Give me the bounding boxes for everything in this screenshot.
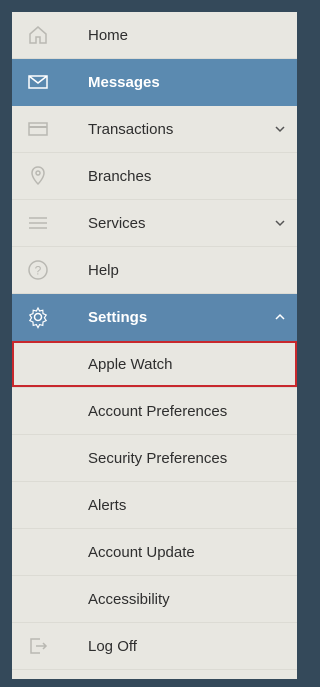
submenu-item-label: Alerts (88, 496, 127, 514)
question-icon: ? (26, 258, 50, 282)
menu-item-transactions[interactable]: Transactions (12, 106, 297, 153)
chevron-down-icon[interactable] (273, 216, 287, 230)
logout-icon (26, 634, 50, 658)
submenu-item-label: Accessibility (88, 590, 170, 608)
menu-item-label: Home (88, 26, 129, 44)
menu-item-settings[interactable]: Settings (12, 294, 297, 341)
menu-item-branches[interactable]: Branches (12, 153, 297, 200)
home-icon (26, 23, 50, 47)
submenu-item-label: Account Update (88, 543, 195, 561)
submenu-item-alerts[interactable]: Alerts (12, 482, 297, 529)
submenu-item-account-preferences[interactable]: Account Preferences (12, 388, 297, 435)
menu-item-log-off[interactable]: Log Off (12, 623, 297, 670)
submenu-item-label: Apple Watch (88, 355, 173, 373)
menu-item-label: Services (88, 214, 146, 232)
envelope-icon (26, 70, 50, 94)
menu-item-label: Settings (88, 308, 148, 326)
menu-lines-icon (26, 211, 50, 235)
chevron-down-icon[interactable] (273, 122, 287, 136)
submenu-item-label: Security Preferences (88, 449, 228, 467)
side-navigation-menu: Home Messages Transactions Branches Serv… (12, 12, 297, 679)
location-pin-icon (26, 164, 50, 188)
menu-item-help[interactable]: ? Help (12, 247, 297, 294)
menu-item-home[interactable]: Home (12, 12, 297, 59)
chevron-up-icon[interactable] (273, 310, 287, 324)
menu-item-services[interactable]: Services (12, 200, 297, 247)
card-icon (26, 117, 50, 141)
menu-item-label: Branches (88, 167, 152, 185)
submenu-item-security-preferences[interactable]: Security Preferences (12, 435, 297, 482)
submenu-item-accessibility[interactable]: Accessibility (12, 576, 297, 623)
gear-icon (26, 305, 50, 329)
svg-text:?: ? (35, 264, 42, 278)
menu-item-label: Help (88, 261, 119, 279)
submenu-item-apple-watch[interactable]: Apple Watch (12, 341, 297, 388)
submenu-item-account-update[interactable]: Account Update (12, 529, 297, 576)
submenu-item-label: Account Preferences (88, 402, 228, 420)
menu-item-label: Messages (88, 73, 160, 91)
menu-item-label: Transactions (88, 120, 174, 138)
menu-item-label: Log Off (88, 637, 137, 655)
menu-item-messages[interactable]: Messages (12, 59, 297, 106)
